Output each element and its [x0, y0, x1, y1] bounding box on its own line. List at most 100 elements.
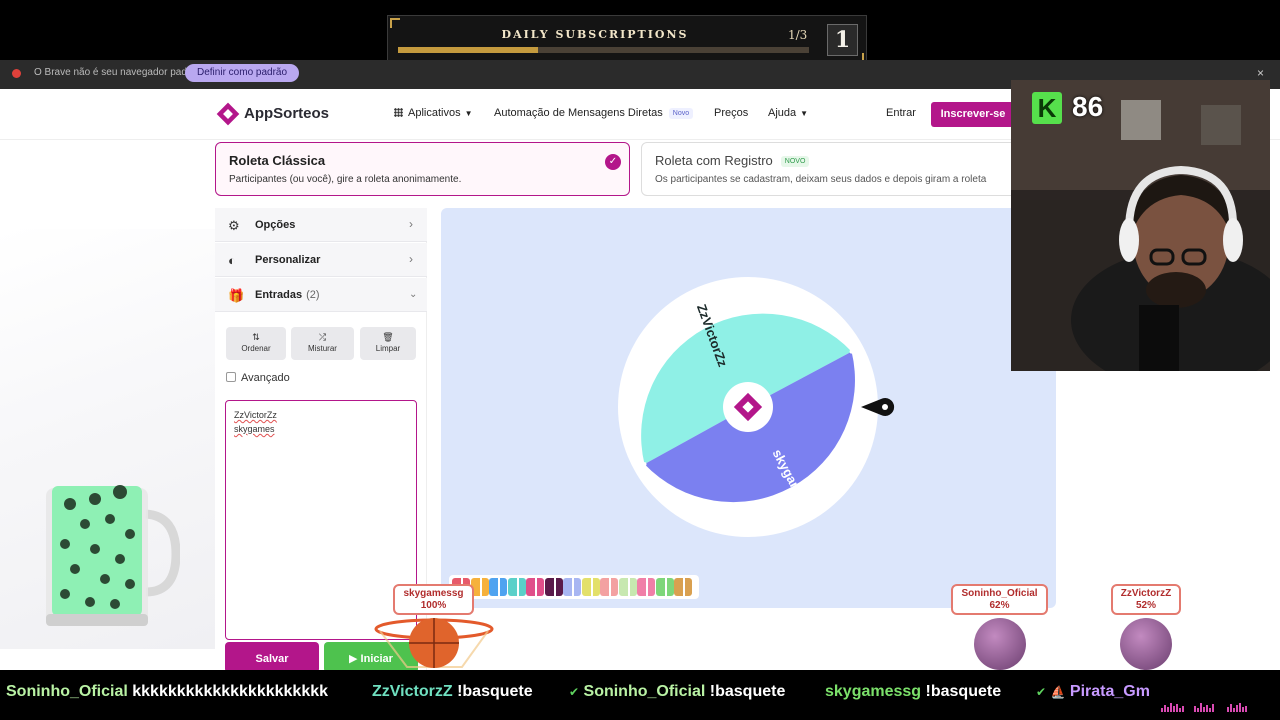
- audio-bars-icon: [1161, 694, 1185, 712]
- ticker-user: Pirata_Gm: [1069, 683, 1150, 700]
- screen: DAILY SUBSCRIPTIONS 1/3 1 O Brave não é …: [0, 0, 1280, 720]
- subscription-progress-bar: [398, 47, 809, 53]
- ship-icon: ⛵: [1050, 685, 1066, 699]
- sort-label: Ordenar: [241, 344, 271, 353]
- shuffle-button[interactable]: ⤮ Misturar: [291, 327, 354, 360]
- accordion-options[interactable]: ⚙ Opções ›: [215, 208, 427, 242]
- chevron-right-icon: ›: [409, 252, 413, 266]
- subscription-badge: 1: [827, 24, 858, 56]
- ticker-message: Soninho_Oficial kkkkkkkkkkkkkkkkkkkkkk: [6, 683, 328, 701]
- check-icon: ✔: [569, 685, 580, 699]
- accordion-entries[interactable]: 🎁 Entradas (2) ⌄: [215, 278, 427, 312]
- close-icon[interactable]: ×: [1257, 66, 1264, 80]
- nav-automation[interactable]: Automação de Mensagens Diretas Novo: [494, 107, 694, 119]
- ticker-text: !basquete: [709, 683, 786, 700]
- ticker-text: !basquete: [457, 683, 533, 700]
- notice-text: O Brave não é seu navegador padrão: [34, 67, 202, 78]
- chevron-right-icon: ›: [409, 217, 413, 231]
- player-name: Soninho_Oficial: [961, 588, 1038, 599]
- ticker-user: skygamessg: [825, 683, 922, 700]
- color-swatch[interactable]: [581, 578, 600, 596]
- basketball-hoop-icon: [374, 618, 494, 668]
- audio-bars-icon: [1194, 694, 1215, 712]
- accordion-label: Entradas (2): [255, 289, 320, 301]
- mode-description: Participantes (ou você), gire a roleta a…: [229, 174, 462, 185]
- chevron-down-icon: ⌄: [409, 289, 418, 300]
- logo-icon: [216, 102, 240, 126]
- clear-button[interactable]: 🗑 Limpar: [360, 327, 416, 360]
- mode-title: Roleta Clássica: [229, 153, 326, 168]
- signup-button[interactable]: Inscrever-se: [931, 102, 1015, 127]
- nav-help[interactable]: Ajuda ▼: [768, 107, 808, 119]
- mode-classic-card[interactable]: Roleta Clássica Participantes (ou você),…: [215, 142, 630, 196]
- mode-description: Os participantes se cadastram, deixam se…: [655, 174, 987, 185]
- player-percent: 52%: [1135, 600, 1156, 611]
- color-swatch[interactable]: [637, 578, 655, 596]
- logo-text[interactable]: AppSorteos: [244, 105, 329, 122]
- player-tag: Soninho_Oficial 62%: [951, 584, 1048, 615]
- clear-label: Limpar: [375, 344, 401, 353]
- entries-textarea[interactable]: ZzVictorZz skygames: [225, 400, 417, 640]
- shuffle-icon: ⤮: [318, 332, 327, 342]
- chevron-down-icon: ▼: [800, 109, 809, 118]
- trash-icon: 🗑: [382, 332, 394, 342]
- color-swatch[interactable]: [600, 578, 618, 596]
- mode-title: Roleta com Registro NOVO: [655, 153, 810, 168]
- sort-icon: ⇅: [252, 332, 260, 342]
- mode-title-text: Roleta com Registro: [655, 153, 773, 168]
- player-tag: skygamessg 100%: [393, 584, 474, 615]
- save-button[interactable]: Salvar: [225, 642, 319, 673]
- ticker-message: ✔ ⛵ Pirata_Gm: [1036, 683, 1150, 701]
- color-swatch[interactable]: [563, 578, 581, 596]
- gear-icon: ⚙: [228, 218, 240, 233]
- color-swatch[interactable]: [544, 578, 563, 596]
- entry-line: skygames: [234, 424, 275, 434]
- ticker-user: Soninho_Oficial: [583, 683, 706, 700]
- shuffle-label: Misturar: [308, 344, 337, 353]
- warning-icon: [12, 69, 21, 78]
- channel-points-count: 86: [1072, 91, 1104, 122]
- login-link[interactable]: Entrar: [886, 107, 916, 119]
- ticker-message: ✔ Soninho_Oficial !basquete: [569, 683, 785, 701]
- nav-help-label: Ajuda: [768, 107, 797, 119]
- ticker-text: !basquete: [925, 683, 1002, 700]
- entries-label: Entradas: [255, 289, 303, 301]
- set-default-button[interactable]: Definir como padrão: [185, 64, 300, 82]
- color-swatch[interactable]: [507, 578, 526, 596]
- advanced-checkbox[interactable]: Avançado: [226, 372, 290, 384]
- player-name: skygamessg: [403, 588, 464, 599]
- wheel-area: ZzVictorZz skygames: [441, 208, 1056, 608]
- mode-registration-card[interactable]: Roleta com Registro NOVO Os participantes…: [641, 142, 1021, 196]
- audio-bars-icon: [1227, 694, 1248, 712]
- basketball-icon: [1120, 618, 1172, 670]
- entry-line: ZzVictorZz: [234, 410, 277, 420]
- subscription-title: DAILY SUBSCRIPTIONS: [501, 28, 689, 41]
- accordion-customize[interactable]: ◐ Personalizar ›: [215, 243, 427, 277]
- basketball-icon: [974, 618, 1026, 670]
- player-percent: 62%: [989, 600, 1010, 611]
- color-swatch[interactable]: [489, 578, 507, 596]
- nav-apps[interactable]: Aplicativos ▼: [394, 107, 473, 119]
- check-icon: ✔: [1036, 685, 1047, 699]
- palette-icon: ◐: [228, 253, 236, 268]
- beer-mug-icon: [46, 485, 180, 626]
- color-swatch[interactable]: [655, 578, 674, 596]
- entries-count: (2): [306, 289, 320, 301]
- subscription-goal: DAILY SUBSCRIPTIONS 1/3 1: [387, 15, 867, 66]
- color-swatch[interactable]: [618, 578, 637, 596]
- nav-prices[interactable]: Preços: [714, 107, 748, 119]
- sort-button[interactable]: ⇅ Ordenar: [226, 327, 286, 360]
- color-swatch[interactable]: [674, 578, 692, 596]
- chevron-down-icon: ▼: [464, 109, 473, 118]
- wheel-canvas: ZzVictorZz skygames: [618, 277, 895, 537]
- ticker-text: kkkkkkkkkkkkkkkkkkkkkk: [132, 683, 329, 700]
- ticker-message: ZzVictorzZ !basquete: [372, 683, 533, 701]
- gift-icon: 🎁: [228, 288, 245, 303]
- accordion-label: Opções: [255, 219, 296, 231]
- subscription-count: 1/3: [788, 28, 808, 42]
- check-icon: ✓: [605, 154, 621, 170]
- wheel-divider-dot: [849, 349, 854, 354]
- color-swatch[interactable]: [526, 578, 544, 596]
- apps-grid-icon: [394, 108, 403, 117]
- ticker-user: ZzVictorzZ: [372, 683, 453, 700]
